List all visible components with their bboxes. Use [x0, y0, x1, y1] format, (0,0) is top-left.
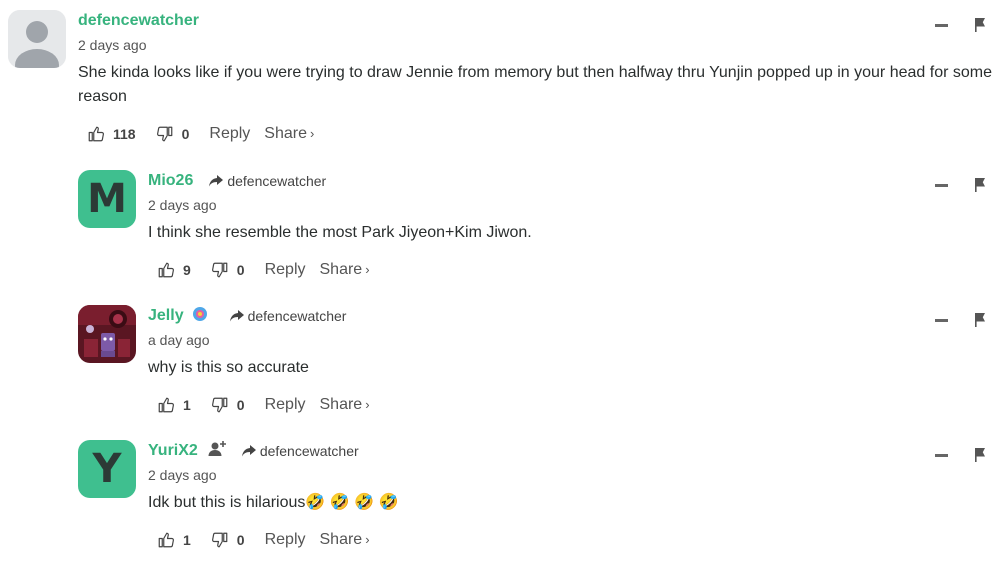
- flag-icon[interactable]: [974, 18, 986, 32]
- chevron-right-icon: ›: [365, 397, 370, 412]
- comment-text: Idk but this is hilarious🤣 🤣 🤣 🤣: [148, 494, 399, 511]
- avatar[interactable]: [78, 305, 136, 363]
- user-badge-icon: [192, 306, 208, 327]
- reply-arrow-icon: [209, 175, 224, 187]
- reply-button[interactable]: Reply: [265, 531, 306, 549]
- comment-text: I think she resemble the most Park Jiyeo…: [148, 224, 532, 241]
- thumbs-down-icon: [211, 532, 228, 548]
- reply-to[interactable]: defencewatcher: [209, 173, 326, 189]
- comment-actions: 1 0 Reply Share ›: [148, 393, 988, 417]
- share-button[interactable]: Share ›: [320, 531, 370, 549]
- downvote-count: 0: [236, 532, 245, 548]
- comment-text: She kinda looks like if you were trying …: [78, 64, 992, 105]
- chevron-right-icon: ›: [365, 532, 370, 547]
- add-user-icon[interactable]: [208, 440, 228, 463]
- comment-thread: defencewatcher 2 days ago She kinda look…: [0, 0, 1007, 563]
- reply-button[interactable]: Reply: [265, 396, 306, 414]
- flag-icon[interactable]: [974, 448, 986, 462]
- comment-actions: 118 0 Reply Share ›: [78, 122, 998, 146]
- timestamp[interactable]: 2 days ago: [78, 37, 998, 55]
- upvote-button[interactable]: 118: [87, 125, 136, 143]
- thumbs-down-icon: [156, 126, 172, 142]
- timestamp[interactable]: 2 days ago: [148, 467, 988, 485]
- timestamp[interactable]: a day ago: [148, 332, 988, 350]
- comment-actions: 9 0 Reply Share ›: [148, 258, 988, 282]
- minimize-icon[interactable]: [935, 318, 948, 322]
- thumbs-up-icon: [158, 532, 174, 548]
- downvote-button[interactable]: 0: [211, 531, 245, 549]
- thumbs-down-icon: [211, 262, 228, 278]
- minimize-icon[interactable]: [935, 183, 948, 187]
- downvote-button[interactable]: 0: [211, 261, 245, 279]
- avatar[interactable]: M: [78, 170, 136, 228]
- thumbs-up-icon: [158, 397, 174, 413]
- upvote-count: 1: [183, 397, 191, 413]
- flag-icon[interactable]: [974, 313, 986, 327]
- upvote-button[interactable]: 1: [157, 531, 191, 549]
- username[interactable]: defencewatcher: [78, 12, 199, 30]
- reply-arrow-icon: [241, 445, 256, 457]
- timestamp[interactable]: 2 days ago: [148, 197, 988, 215]
- comment-actions: 1 0 Reply Share ›: [148, 528, 988, 552]
- reply-to[interactable]: defencewatcher: [229, 308, 347, 324]
- downvote-count: 0: [181, 126, 190, 142]
- share-button[interactable]: Share ›: [264, 125, 314, 143]
- upvote-count: 1: [183, 532, 191, 548]
- reply-to-username: defencewatcher: [259, 443, 359, 459]
- upvote-count: 118: [113, 126, 136, 142]
- share-button[interactable]: Share ›: [320, 261, 370, 279]
- reply-button[interactable]: Reply: [209, 125, 250, 143]
- thumbs-up-icon: [158, 262, 174, 278]
- reply-to-username: defencewatcher: [247, 308, 347, 324]
- share-label: Share: [319, 261, 363, 278]
- avatar-letter: Y: [92, 446, 122, 492]
- downvote-button[interactable]: 0: [156, 125, 190, 143]
- flag-icon[interactable]: [974, 178, 986, 192]
- downvote-count: 0: [236, 262, 245, 278]
- upvote-button[interactable]: 9: [157, 261, 191, 279]
- avatar[interactable]: Y: [78, 440, 136, 498]
- upvote-count: 9: [183, 262, 191, 278]
- username[interactable]: Jelly: [148, 307, 184, 325]
- chevron-right-icon: ›: [310, 126, 315, 141]
- comment-text: why is this so accurate: [148, 359, 309, 376]
- thumbs-down-icon: [211, 397, 228, 413]
- avatar-letter: M: [87, 176, 127, 222]
- reply-button[interactable]: Reply: [265, 261, 306, 279]
- chevron-right-icon: ›: [365, 262, 370, 277]
- username[interactable]: Mio26: [148, 172, 193, 190]
- downvote-button[interactable]: 0: [211, 396, 245, 414]
- avatar[interactable]: [8, 10, 66, 68]
- share-label: Share: [319, 531, 363, 548]
- reply-arrow-icon: [229, 310, 244, 322]
- upvote-button[interactable]: 1: [157, 396, 191, 414]
- username[interactable]: YuriX2: [148, 442, 198, 460]
- reply-to[interactable]: defencewatcher: [241, 443, 359, 459]
- reply-to-username: defencewatcher: [227, 173, 327, 189]
- share-label: Share: [319, 396, 363, 413]
- share-button[interactable]: Share ›: [320, 396, 370, 414]
- minimize-icon[interactable]: [935, 23, 948, 27]
- minimize-icon[interactable]: [935, 453, 948, 457]
- downvote-count: 0: [236, 397, 245, 413]
- thumbs-up-icon: [88, 126, 104, 142]
- avatar-image: [78, 305, 136, 363]
- share-label: Share: [264, 125, 307, 142]
- default-avatar-icon: [8, 10, 66, 68]
